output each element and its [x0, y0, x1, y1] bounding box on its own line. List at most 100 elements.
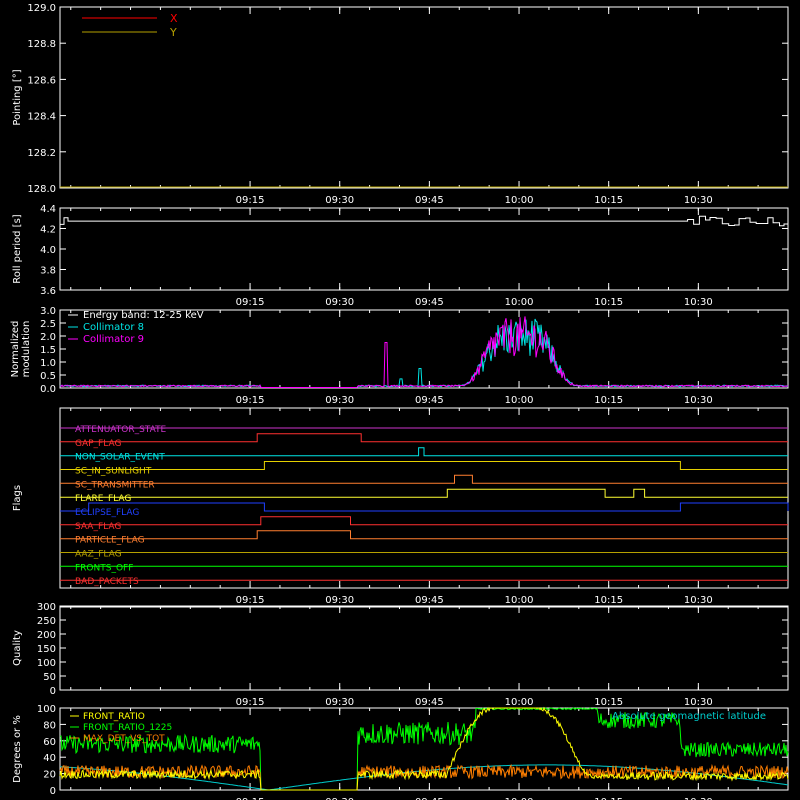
flag-label-aaz_flag: AAZ_FLAG — [75, 550, 122, 560]
y-tick-label: 20 — [43, 770, 56, 781]
x-tick-label: 10:30 — [684, 595, 713, 606]
x-tick-label: 10:15 — [594, 395, 623, 406]
y-tick-label: 0 — [50, 786, 56, 797]
y-tick-label: 1.0 — [40, 358, 56, 369]
x-tick-label: 09:30 — [325, 195, 354, 206]
y-tick-label: 4.0 — [40, 245, 56, 256]
flag-label-attenuator_state: ATTENUATOR_STATE — [75, 425, 167, 435]
flag-line-eclipse_flag — [60, 502, 789, 512]
y-tick-label: 250 — [37, 616, 56, 627]
flag-label-eclipse_flag: ECLIPSE_FLAG — [75, 508, 139, 518]
flag-label-non_solar_event: NON_SOLAR_EVENT — [75, 453, 165, 463]
x-tick-label: 10:30 — [684, 697, 713, 708]
x-tick-label: 09:45 — [415, 697, 444, 708]
legend-energy-band: Energy band: 12-25 keV — [83, 310, 204, 321]
y-tick-label: 150 — [37, 644, 56, 655]
flag-label-sc_transmitter: SC_TRANSMITTER — [75, 480, 155, 490]
y-tick-label: 128.8 — [27, 39, 56, 50]
y-tick-label: 3.8 — [40, 266, 56, 277]
flag-line-gap_flag — [60, 433, 788, 443]
x-tick-label: 09:45 — [415, 395, 444, 406]
panel-frame — [59, 207, 789, 291]
x-tick-label: 09:45 — [415, 195, 444, 206]
roll-period-line — [60, 215, 788, 227]
x-tick-label: 09:15 — [236, 697, 265, 708]
y-axis-label: Normalized — [10, 321, 21, 378]
flag-label-bad_packets: BAD_PACKETS — [75, 577, 139, 587]
x-tick-label: 10:30 — [684, 195, 713, 206]
flag-line-sc_in_sunlight — [60, 461, 788, 470]
y-tick-label: 0.5 — [40, 371, 56, 382]
x-tick-label: 10:30 — [684, 297, 713, 308]
flag-label-saa_flag: SAA_FLAG — [75, 522, 121, 532]
x-tick-label: 10:00 — [505, 297, 534, 308]
flag-line-sc_transmitter — [60, 474, 788, 484]
y-tick-label: 128.6 — [27, 75, 56, 86]
collimator8-line — [59, 318, 789, 388]
x-tick-label: 10:00 — [505, 195, 534, 206]
legend-collimator9: Collimator 9 — [83, 334, 144, 345]
y-axis-label: Pointing [°] — [12, 69, 23, 125]
flag-line-non_solar_event — [60, 447, 788, 457]
panel-frame — [59, 605, 789, 691]
panel-roll: 09:15 09:30 09:45 10:00 10:15 10:30 4.4 4.2 4.0 3… — [12, 204, 789, 308]
geomagnetic-latitude-annotation: Absolute geomagnetic latitude — [612, 711, 766, 722]
y-tick-label: 2.5 — [40, 319, 56, 330]
legend-label-x: X — [170, 12, 178, 25]
x-tick-label: 09:45 — [415, 595, 444, 606]
x-tick-label: 09:45 — [415, 297, 444, 308]
y-tick-label: 4.4 — [40, 204, 56, 215]
x-tick-label: 09:15 — [236, 595, 265, 606]
max-det-vs-tot-line — [59, 763, 789, 791]
flag-label-gap_flag: GAP_FLAG — [75, 439, 121, 449]
y-tick-label: 50 — [43, 672, 56, 683]
x-tick-label: 09:15 — [236, 395, 265, 406]
y-tick-label: 1.5 — [40, 345, 56, 356]
legend-max_det_vs_tot: MAX_DET_VS_TOT — [83, 734, 165, 744]
panel-quality: 09:15 09:30 09:45 10:00 10:15 10:30 300 250 200 1… — [12, 602, 789, 708]
flag-label-particle_flag: PARTICLE_FLAG — [75, 536, 145, 546]
x-tick-label: 09:30 — [325, 395, 354, 406]
x-tick-label: 09:15 — [236, 297, 265, 308]
y-axis-label: modulation — [21, 321, 32, 378]
legend-front_ratio: FRONT_RATIO — [83, 712, 145, 722]
legend-label-y: Y — [169, 26, 177, 39]
y-tick-label: 129.0 — [27, 3, 56, 14]
x-tick-label: 10:15 — [594, 297, 623, 308]
x-tick-label: 10:15 — [594, 195, 623, 206]
panel-frame — [59, 309, 789, 389]
y-tick-label: 4.2 — [40, 225, 56, 236]
x-tick-label: 09:15 — [236, 195, 265, 206]
flag-label-fronts_off: FRONTS_OFF — [75, 563, 133, 573]
y-tick-label: 0.0 — [40, 384, 56, 395]
y-tick-label: 200 — [37, 630, 56, 641]
y-tick-label: 128.2 — [27, 148, 56, 159]
y-axis-label: Quality — [12, 630, 23, 666]
y-axis-label: Flags — [12, 485, 23, 511]
y-tick-label: 100 — [37, 704, 56, 715]
x-tick-label: 10:30 — [684, 395, 713, 406]
x-tick-label: 09:30 — [325, 297, 354, 308]
panel-ratios: 09:1509:3009:4510:0010:1510:301008060402… — [12, 704, 789, 800]
x-tick-label: 09:30 — [325, 595, 354, 606]
flag-line-particle_flag — [60, 530, 788, 540]
y-tick-label: 300 — [37, 602, 56, 613]
x-tick-label: 10:00 — [505, 697, 534, 708]
panel-flags: 09:15 09:30 09:45 10:00 10:15 10:30 Flags ATTEN… — [12, 407, 789, 606]
x-tick-label: 09:30 — [325, 697, 354, 708]
flag-label-sc_in_sunlight: SC_IN_SUNLIGHT — [75, 467, 152, 477]
multi-panel-chart: 09:15 09:30 09:45 10:00 10:15 10:30 129.0 128.8… — [10, 3, 789, 800]
y-tick-label: 128.0 — [27, 184, 56, 195]
y-axis-label: Roll period [s] — [12, 214, 23, 283]
panel-pointing: 09:15 09:30 09:45 10:00 10:15 10:30 129.0 128.8… — [12, 3, 789, 206]
y-axis-label: Degrees or % — [12, 715, 23, 783]
x-tick-label: 10:15 — [594, 595, 623, 606]
y-tick-label: 3.6 — [40, 286, 56, 297]
y-tick-label: 0 — [50, 686, 56, 697]
flag-line-flare_flag — [60, 488, 788, 498]
panel-modulation: 09:15 09:30 09:45 10:00 10:15 10:30 3.0 2.5 2.0 1… — [10, 306, 789, 406]
y-tick-label: 3.0 — [40, 306, 56, 317]
legend-collimator8: Collimator 8 — [83, 322, 144, 333]
x-tick-label: 10:00 — [505, 595, 534, 606]
y-tick-label: 60 — [43, 737, 56, 748]
